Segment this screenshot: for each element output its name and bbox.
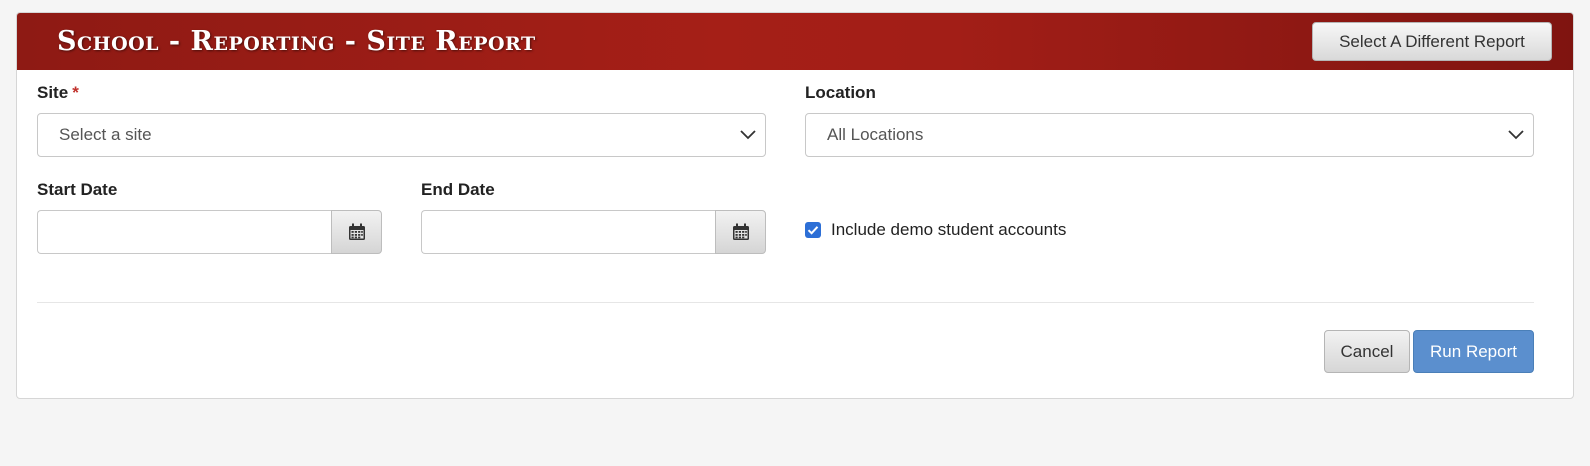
- include-demo-row: Include demo student accounts: [805, 218, 1066, 242]
- panel-header: School - Reporting - Site Report Select …: [17, 13, 1573, 70]
- site-select[interactable]: Select a site: [37, 113, 766, 157]
- include-demo-label[interactable]: Include demo student accounts: [831, 220, 1066, 240]
- end-date-input[interactable]: [421, 210, 715, 254]
- calendar-icon: [733, 223, 749, 240]
- required-marker: *: [72, 83, 79, 102]
- end-date-label: End Date: [421, 180, 495, 199]
- start-date-group: [37, 210, 382, 254]
- location-select-value: All Locations: [827, 125, 924, 144]
- check-icon: [807, 226, 819, 235]
- site-label: Site *: [37, 83, 79, 103]
- divider: [37, 302, 1534, 303]
- calendar-icon: [349, 223, 365, 240]
- location-select[interactable]: All Locations: [805, 113, 1534, 157]
- chevron-down-icon: [740, 130, 756, 140]
- run-report-button[interactable]: Run Report: [1413, 330, 1534, 373]
- page-title: School - Reporting - Site Report: [57, 26, 536, 57]
- end-date-group: [421, 210, 766, 254]
- report-panel: School - Reporting - Site Report Select …: [16, 12, 1574, 399]
- select-different-report-button[interactable]: Select A Different Report: [1312, 22, 1552, 61]
- location-label: Location: [805, 83, 876, 102]
- start-date-input[interactable]: [37, 210, 331, 254]
- include-demo-checkbox[interactable]: [805, 222, 821, 238]
- cancel-button[interactable]: Cancel: [1324, 330, 1410, 373]
- start-date-label: Start Date: [37, 180, 118, 199]
- start-date-picker-button[interactable]: [331, 210, 382, 254]
- site-label-text: Site: [37, 83, 69, 102]
- chevron-down-icon: [1508, 130, 1524, 140]
- site-select-value: Select a site: [59, 125, 152, 144]
- end-date-picker-button[interactable]: [715, 210, 766, 254]
